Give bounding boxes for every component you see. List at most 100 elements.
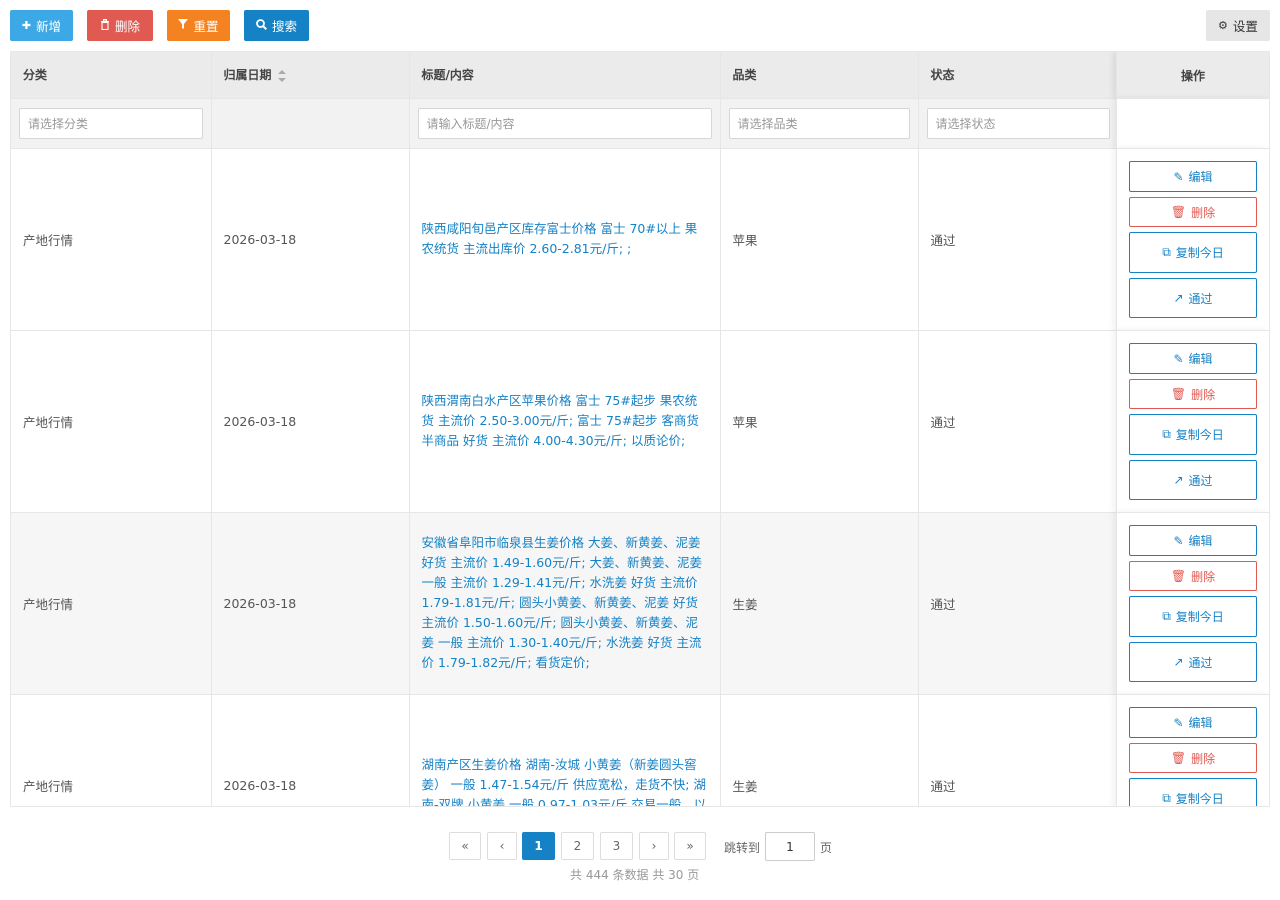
actions-filter-cell	[1116, 98, 1269, 148]
external-link-icon: ↗	[1173, 291, 1184, 305]
settings-button[interactable]: ⚙ 设置	[1206, 10, 1270, 41]
edit-icon: ✎	[1173, 533, 1184, 548]
row-actions: ✎ 编辑 🗑 删除 ⧉ 复制今日 ↗ 通过	[1116, 512, 1269, 694]
cell-status: 通过	[918, 512, 1119, 695]
approve-button[interactable]: ↗ 通过	[1129, 278, 1257, 318]
row-actions: ✎ 编辑 🗑 删除 ⧉ 复制今日 ↗ 通过	[1116, 148, 1269, 330]
trash-icon: 🗑	[1170, 205, 1187, 219]
cell-title[interactable]: 陕西咸阳旬邑产区库存富士价格 富士 70#以上 果农统货 主流出库价 2.60-…	[409, 148, 721, 331]
row-delete-button[interactable]: 🗑 删除	[1129, 379, 1257, 409]
table-row: 产地行情 2026-03-18 陕西咸阳旬邑产区库存富士价格 富士 70#以上 …	[11, 148, 1269, 331]
row-actions: ✎ 编辑 🗑 删除 ⧉ 复制今日 ↗ 通过	[1116, 330, 1269, 512]
goto-unit-label: 页	[820, 841, 833, 855]
delete-button[interactable]: 删除	[87, 10, 153, 41]
cell-variety: 苹果	[720, 330, 919, 513]
settings-button-label: 设置	[1232, 19, 1258, 34]
column-header-date[interactable]: 归属日期	[211, 52, 410, 99]
table-row: 产地行情 2026-03-18 陕西渭南白水产区苹果价格 富士 75#起步 果农…	[11, 330, 1269, 513]
table-row: 产地行情 2026-03-18 安徽省阜阳市临泉县生姜价格 大姜、新黄姜、泥姜 …	[11, 512, 1269, 695]
search-icon	[256, 18, 267, 33]
copy-today-button-label: 复制今日	[1175, 792, 1224, 806]
next-page-button[interactable]: ›	[639, 832, 669, 860]
filter-cell-category: 请选择分类	[11, 98, 212, 149]
copy-today-button[interactable]: ⧉ 复制今日	[1129, 414, 1257, 455]
last-page-button[interactable]: »	[674, 832, 706, 860]
edit-button[interactable]: ✎ 编辑	[1129, 707, 1257, 738]
page-button-2[interactable]: 2	[561, 832, 594, 860]
copy-today-button[interactable]: ⧉ 复制今日	[1129, 232, 1257, 273]
approve-button-label: 通过	[1188, 291, 1213, 306]
goto-page-input[interactable]: 1	[765, 832, 815, 861]
column-header-variety: 品类	[720, 52, 919, 99]
sort-icon[interactable]	[277, 69, 286, 82]
approve-button[interactable]: ↗ 通过	[1129, 460, 1257, 500]
edit-button-label: 编辑	[1188, 352, 1213, 366]
add-button[interactable]: ✚ 新增	[10, 10, 73, 41]
edit-icon: ✎	[1173, 351, 1184, 366]
approve-button-label: 通过	[1188, 473, 1213, 488]
toolbar: ✚ 新增 删除 重置 搜索 ⚙ 设置	[10, 10, 1270, 41]
first-page-button[interactable]: «	[449, 832, 481, 860]
copy-icon: ⧉	[1162, 791, 1171, 805]
edit-button[interactable]: ✎ 编辑	[1129, 343, 1257, 374]
external-link-icon: ↗	[1173, 655, 1184, 669]
title-filter-input[interactable]: 请输入标题/内容	[417, 107, 712, 139]
edit-icon: ✎	[1173, 169, 1184, 184]
pagination-summary: 共 444 条数据 共 30 页	[570, 868, 700, 882]
cell-category: 产地行情	[11, 148, 212, 331]
search-button[interactable]: 搜索	[244, 10, 309, 41]
row-delete-button[interactable]: 🗑 删除	[1129, 743, 1257, 773]
copy-today-button-label: 复制今日	[1175, 428, 1224, 442]
cell-date: 2026-03-18	[211, 330, 410, 513]
gear-icon: ⚙	[1218, 19, 1228, 32]
copy-today-button[interactable]: ⧉ 复制今日	[1129, 778, 1257, 806]
external-link-icon: ↗	[1173, 473, 1184, 487]
page-button-1[interactable]: 1	[522, 832, 555, 860]
table-row: 产地行情 2026-03-18 湖南产区生姜价格 湖南-汝城 小黄姜（新姜圆头窖…	[11, 694, 1269, 806]
cell-title[interactable]: 陕西渭南白水产区苹果价格 富士 75#起步 果农统货 主流价 2.50-3.00…	[409, 330, 721, 513]
row-delete-button[interactable]: 🗑 删除	[1129, 561, 1257, 591]
cell-category: 产地行情	[11, 694, 212, 806]
copy-icon: ⧉	[1162, 245, 1171, 259]
edit-button[interactable]: ✎ 编辑	[1129, 525, 1257, 556]
data-table: 分类 归属日期 标题/内容 品类 状态 请选择分类 请输入标题/内容 请选择品类…	[10, 51, 1270, 807]
trash-icon: 🗑	[1170, 751, 1187, 765]
trash-icon	[100, 18, 110, 33]
edit-button[interactable]: ✎ 编辑	[1129, 161, 1257, 192]
trash-icon: 🗑	[1170, 569, 1187, 583]
cell-date: 2026-03-18	[211, 694, 410, 806]
copy-icon: ⧉	[1162, 609, 1171, 623]
search-button-label: 搜索	[271, 19, 297, 34]
column-header-title: 标题/内容	[409, 52, 721, 99]
filter-cell-status: 请选择状态	[918, 98, 1119, 149]
edit-button-label: 编辑	[1188, 170, 1213, 184]
filter-cell-variety: 请选择品类	[720, 98, 919, 149]
cell-title[interactable]: 安徽省阜阳市临泉县生姜价格 大姜、新黄姜、泥姜 好货 主流价 1.49-1.60…	[409, 512, 721, 695]
delete-button-label: 删除	[114, 19, 140, 34]
copy-today-button[interactable]: ⧉ 复制今日	[1129, 596, 1257, 637]
category-filter-select[interactable]: 请选择分类	[19, 107, 203, 139]
row-delete-button-label: 删除	[1191, 387, 1216, 402]
reset-button-label: 重置	[193, 19, 219, 34]
approve-button[interactable]: ↗ 通过	[1129, 642, 1257, 682]
column-header-actions: 操作	[1116, 52, 1269, 98]
cell-title[interactable]: 湖南产区生姜价格 湖南-汝城 小黄姜（新姜圆头窖姜） 一般 1.47-1.54元…	[409, 694, 721, 806]
row-delete-button[interactable]: 🗑 删除	[1129, 197, 1257, 227]
column-header-date-label: 归属日期	[223, 68, 272, 83]
prev-page-button[interactable]: ‹	[487, 832, 517, 860]
cell-category: 产地行情	[11, 512, 212, 695]
edit-icon: ✎	[1173, 715, 1184, 730]
cell-date: 2026-03-18	[211, 512, 410, 695]
cell-variety: 生姜	[720, 694, 919, 806]
trash-icon: 🗑	[1170, 387, 1187, 401]
column-header-status: 状态	[918, 52, 1119, 99]
reset-button[interactable]: 重置	[167, 10, 230, 41]
variety-filter-select[interactable]: 请选择品类	[728, 107, 910, 139]
filter-row: 请选择分类 请输入标题/内容 请选择品类 请选择状态	[11, 98, 1269, 149]
status-filter-select[interactable]: 请选择状态	[926, 107, 1110, 139]
cell-status: 通过	[918, 330, 1119, 513]
page-button-3[interactable]: 3	[600, 832, 633, 860]
edit-button-label: 编辑	[1188, 534, 1213, 548]
cell-date: 2026-03-18	[211, 148, 410, 331]
row-delete-button-label: 删除	[1191, 205, 1216, 220]
